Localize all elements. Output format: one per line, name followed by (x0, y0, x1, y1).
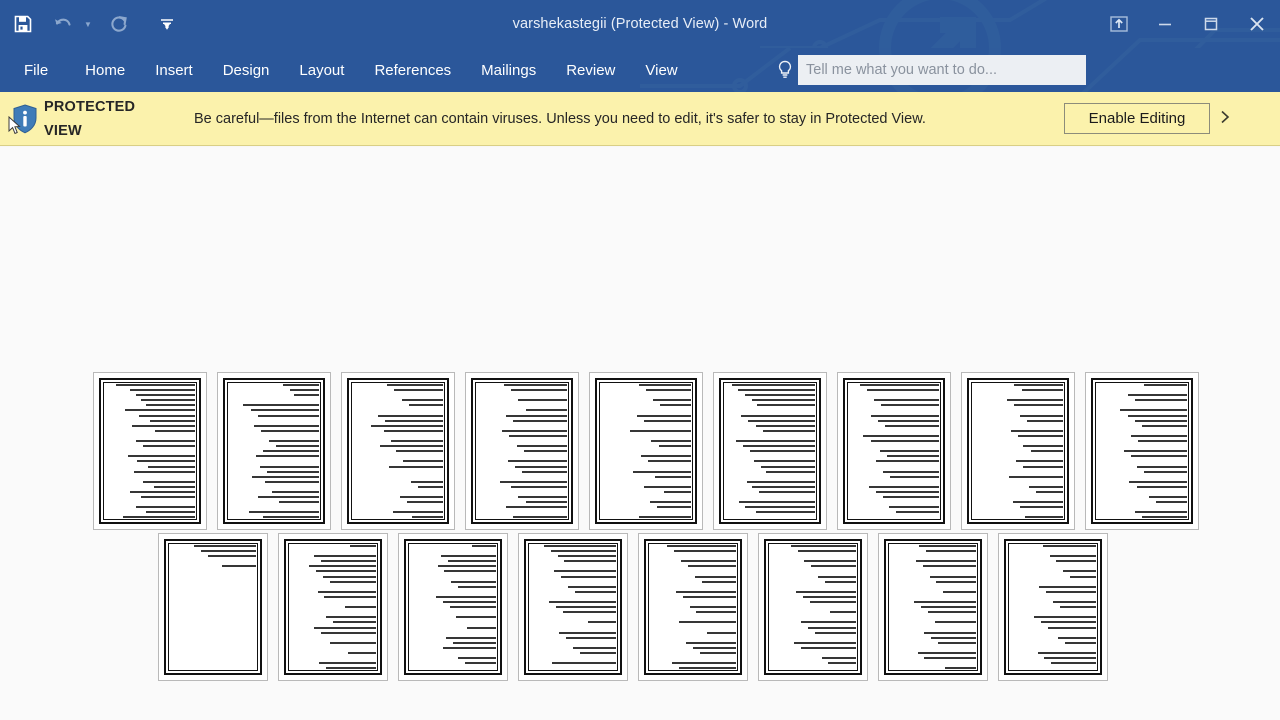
page-thumbnail[interactable] (878, 533, 988, 681)
page-text-block (530, 545, 616, 669)
window-controls (1096, 0, 1280, 48)
page-text-block (170, 545, 256, 669)
page-thumbnail[interactable] (998, 533, 1108, 681)
page-thumbnail[interactable] (341, 372, 455, 530)
ribbon-tabs: File Home Insert Design Layout Reference… (0, 48, 693, 92)
page-text-block (890, 545, 976, 669)
close-protected-view-bar-icon[interactable] (1216, 110, 1238, 128)
minimize-button[interactable] (1142, 6, 1188, 42)
enable-editing-button[interactable]: Enable Editing (1064, 103, 1210, 134)
protected-view-label-line1: PROTECTED (44, 98, 136, 115)
page-thumbnail[interactable] (1085, 372, 1199, 530)
page-thumbnail[interactable] (217, 372, 331, 530)
page-text-block (650, 545, 736, 669)
tab-home[interactable]: Home (70, 48, 140, 92)
page-text-block (290, 545, 376, 669)
page-text-block (849, 384, 939, 518)
tab-file[interactable]: File (0, 48, 70, 92)
page-thumbnail[interactable] (638, 533, 748, 681)
lightbulb-icon (772, 54, 798, 86)
protected-view-label-line2: VIEW (44, 122, 82, 139)
undo-dropdown-chevron-icon[interactable]: ▼ (80, 7, 96, 41)
page-text-block (229, 384, 319, 518)
page-thumbnail[interactable] (713, 372, 827, 530)
save-icon[interactable] (6, 7, 40, 41)
tell-me-container (772, 54, 1086, 86)
page-thumbnail[interactable] (93, 372, 207, 530)
tab-references[interactable]: References (359, 48, 466, 92)
tab-mailings[interactable]: Mailings (466, 48, 551, 92)
page-text-block (601, 384, 691, 518)
redo-icon[interactable] (102, 7, 136, 41)
customize-quick-access-toolbar-icon[interactable] (154, 7, 180, 41)
page-thumbnail[interactable] (278, 533, 388, 681)
page-row-2 (158, 533, 1108, 681)
page-text-block (353, 384, 443, 518)
maximize-button[interactable] (1188, 6, 1234, 42)
page-text-block (1097, 384, 1187, 518)
protected-view-bar: PROTECTED VIEW Be careful—files from the… (0, 92, 1280, 146)
undo-icon[interactable] (46, 7, 80, 41)
close-button[interactable] (1234, 6, 1280, 42)
shield-info-icon (0, 103, 44, 134)
page-text-block (477, 384, 567, 518)
page-thumbnail[interactable] (158, 533, 268, 681)
ribbon-display-options-icon[interactable] (1096, 6, 1142, 42)
quick-access-toolbar: ▼ (0, 0, 180, 48)
tab-insert[interactable]: Insert (140, 48, 208, 92)
page-thumbnail[interactable] (758, 533, 868, 681)
ribbon-tab-bar: File Home Insert Design Layout Reference… (0, 48, 1280, 92)
title-bar-decoration (760, 0, 1280, 48)
page-thumbnail[interactable] (837, 372, 951, 530)
tab-view[interactable]: View (630, 48, 692, 92)
page-text-block (410, 545, 496, 669)
protected-view-message: Be careful—files from the Internet can c… (194, 110, 926, 127)
window-title: varshekastegii (Protected View) - Word (512, 16, 768, 32)
page-text-block (725, 384, 815, 518)
page-text-block (105, 384, 195, 518)
page-thumbnail[interactable] (465, 372, 579, 530)
page-thumbnail[interactable] (961, 372, 1075, 530)
protected-view-label: PROTECTED VIEW (44, 95, 194, 143)
tab-design[interactable]: Design (208, 48, 285, 92)
tell-me-input[interactable] (798, 55, 1086, 85)
tab-layout[interactable]: Layout (284, 48, 359, 92)
document-canvas[interactable] (0, 147, 1280, 720)
page-row-1 (93, 372, 1199, 530)
page-text-block (973, 384, 1063, 518)
page-text-block (1010, 545, 1096, 669)
page-thumbnail[interactable] (398, 533, 508, 681)
page-thumbnail[interactable] (589, 372, 703, 530)
page-text-block (770, 545, 856, 669)
page-thumbnail[interactable] (518, 533, 628, 681)
word-application-window: ▼ varshekastegii (Protected View) - Word (0, 0, 1280, 720)
tab-review[interactable]: Review (551, 48, 630, 92)
title-bar: ▼ varshekastegii (Protected View) - Word (0, 0, 1280, 48)
